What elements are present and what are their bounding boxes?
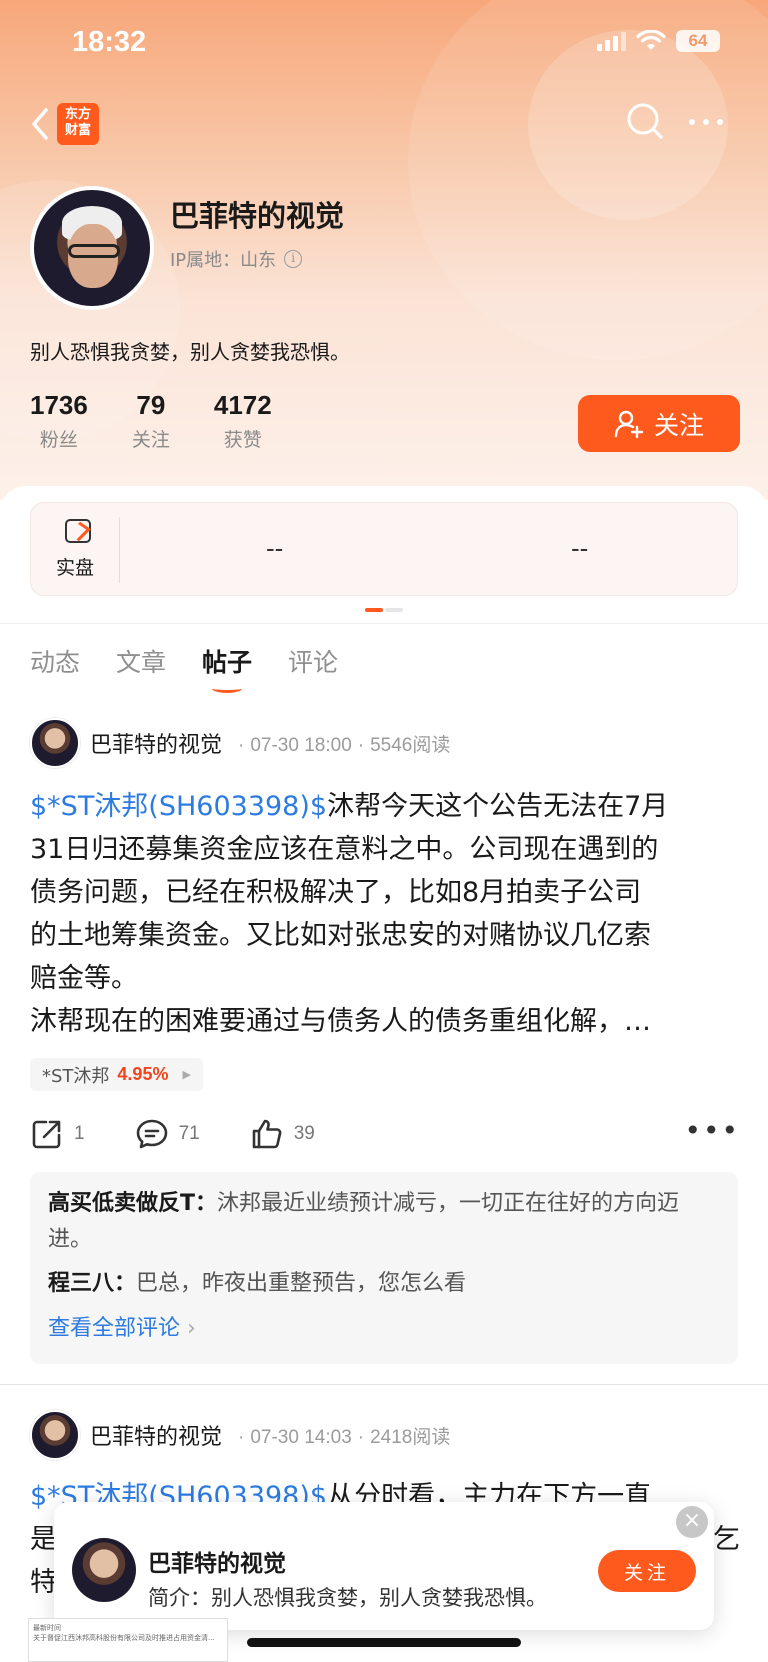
stock-tag-link[interactable]: $*ST沐邦(SH603398)$ (30, 791, 327, 822)
more-options-icon[interactable]: ••• (684, 1114, 740, 1147)
popup-name: 巴菲特的视觉 (148, 1551, 286, 1577)
add-user-icon (614, 410, 644, 438)
profile-stats: 1736 粉丝 79 关注 4172 获赞 (30, 390, 272, 452)
profile-tabs: 动态 文章 帖子 评论 (30, 643, 338, 693)
close-icon[interactable]: × (676, 1506, 708, 1538)
status-icons: 64 (597, 30, 720, 52)
share-icon (32, 1120, 61, 1149)
thumbs-up-icon (252, 1119, 282, 1149)
popup-bio: 简介：别人恐惧我贪婪，别人贪婪我恐惧。 (148, 1586, 547, 1610)
real-account-card[interactable]: 实盘 -- -- (30, 502, 738, 596)
play-arrow-icon: ▶ (182, 1068, 191, 1081)
status-time: 18:32 (72, 26, 147, 58)
tab-comments[interactable]: 评论 (288, 643, 338, 679)
real-account-label: 实盘 (56, 557, 95, 579)
stock-chip[interactable]: *ST沐邦 4.95% ▶ (30, 1058, 203, 1091)
ip-location-text: IP属地：山东 (170, 250, 277, 271)
comment-preview[interactable]: 高买低卖做反T：沐邦最近业绩预计减亏，一切正在往好的方向迈进。 程三八：巴总，昨… (30, 1172, 738, 1364)
tab-posts[interactable]: 帖子 (202, 643, 252, 693)
top-nav: 东方 财富 (0, 96, 768, 152)
post-actions: 1 71 39 ••• (30, 1114, 740, 1154)
post-line: 债务问题，已经在积极解决了，比如8月拍卖子公司 (30, 877, 642, 908)
popup-avatar[interactable] (72, 1538, 136, 1602)
ip-location: IP属地：山东 i (170, 246, 303, 272)
view-all-comments-link[interactable]: 查看全部评论 › (48, 1310, 720, 1342)
follow-popup: 巴菲特的视觉 简介：别人恐惧我贪婪，别人贪婪我恐惧。 关注 (54, 1502, 714, 1630)
popup-follow-button[interactable]: 关注 (598, 1550, 696, 1592)
post-time: 07-30 14:03 (250, 1426, 352, 1448)
trend-chart-icon (65, 519, 91, 543)
divider (0, 623, 768, 624)
post-line: 沐帮现在的困难要通过与债务人的债务重组化解，… (30, 1006, 651, 1037)
home-indicator[interactable] (247, 1638, 521, 1647)
like-button[interactable]: 39 (250, 1117, 315, 1151)
back-arrow-icon[interactable] (22, 102, 62, 146)
battery-icon: 64 (676, 30, 720, 52)
search-icon[interactable] (624, 100, 668, 144)
comment-item: 程三八：巴总，昨夜出重整预告，您怎么看 (48, 1271, 467, 1296)
stat-fans[interactable]: 1736 粉丝 (30, 390, 88, 452)
post-header: 巴菲特的视觉 · 07-30 14:03 · 2418阅读 (30, 1410, 450, 1460)
author-avatar[interactable] (30, 1410, 80, 1460)
brand-logo: 东方 财富 (57, 103, 99, 145)
comment-icon (136, 1119, 167, 1149)
post-line: 赔金等。 (30, 963, 138, 994)
post-header: 巴菲特的视觉 · 07-30 18:00 · 5546阅读 (30, 718, 450, 768)
post-line: 的土地筹集资金。又比如对张忠安的对赌协议几亿索 (30, 920, 651, 951)
stat-likes: 4172 获赞 (213, 390, 272, 451)
author-avatar[interactable] (30, 718, 80, 768)
profile-avatar[interactable] (30, 186, 154, 310)
divider (119, 517, 120, 583)
more-options-icon[interactable] (684, 100, 728, 144)
comment-item: 高买低卖做反T：沐邦最近业绩预计减亏，一切正在往好的方向迈进。 (48, 1191, 680, 1252)
profile-bio: 别人恐惧我贪婪，别人贪婪我恐惧。 (30, 340, 350, 364)
stock-change: 4.95% (117, 1064, 169, 1084)
cellular-signal-icon (597, 31, 626, 51)
post-reads: 5546阅读 (370, 734, 451, 756)
post-meta: · 07-30 18:00 · 5546阅读 (238, 734, 451, 756)
status-bar: 18:32 64 (0, 0, 768, 88)
post-image-thumbnail[interactable]: 最新时间 关于督促江西沐邦高科股份有限公司及时推进占用资金清... (28, 1618, 228, 1662)
profile-name: 巴菲特的视觉 (170, 199, 345, 233)
post-body[interactable]: $*ST沐邦(SH603398)$沐帮今天这个公告无法在7月 31日归还募集资金… (30, 785, 740, 1043)
post-meta: · 07-30 14:03 · 2418阅读 (238, 1426, 451, 1448)
post-time: 07-30 18:00 (250, 734, 352, 756)
info-icon[interactable]: i (284, 250, 303, 268)
real-account-value: -- (266, 533, 284, 563)
post-author[interactable]: 巴菲特的视觉 (90, 1419, 222, 1451)
tab-activity[interactable]: 动态 (30, 643, 80, 679)
post-line: $*ST沐邦(SH603398)$沐帮今天这个公告无法在7月 (30, 791, 669, 822)
real-account-value: -- (571, 533, 589, 563)
stock-name: *ST沐邦 (42, 1065, 110, 1087)
follow-button[interactable]: 关注 (578, 395, 740, 452)
carousel-indicator (365, 608, 403, 612)
post-author[interactable]: 巴菲特的视觉 (90, 727, 222, 759)
post-line: 31日归还募集资金应该在意料之中。公司现在遇到的 (30, 834, 659, 865)
tab-articles[interactable]: 文章 (116, 643, 166, 679)
divider (0, 1384, 768, 1385)
share-button[interactable]: 1 (30, 1117, 85, 1151)
wifi-icon (636, 30, 666, 50)
post-reads: 2418阅读 (370, 1426, 451, 1448)
stat-following[interactable]: 79 关注 (132, 390, 170, 452)
comment-button[interactable]: 71 (135, 1117, 200, 1151)
